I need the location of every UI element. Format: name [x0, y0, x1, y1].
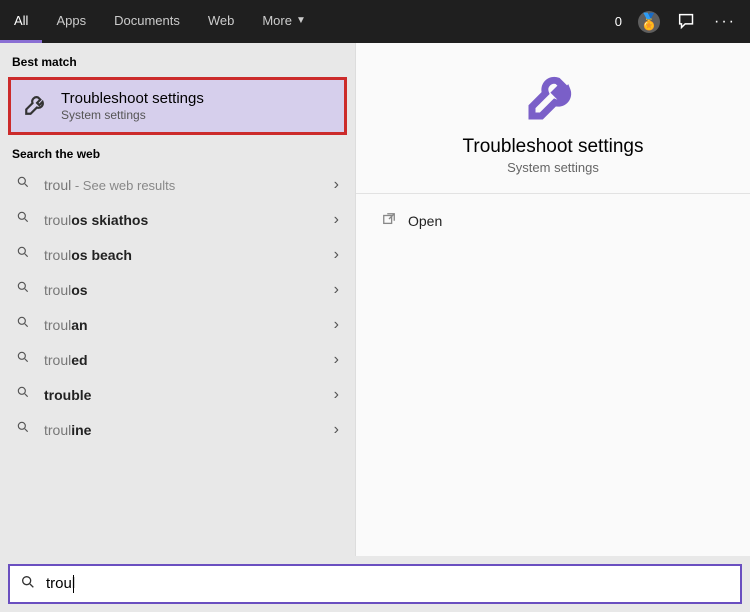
web-result-text: trouled — [44, 352, 334, 368]
tab-documents[interactable]: Documents — [100, 0, 194, 43]
preview-title: Troubleshoot settings — [463, 136, 644, 158]
tab-all[interactable]: All — [0, 0, 42, 43]
open-icon — [382, 212, 396, 229]
chevron-right-icon: › — [334, 176, 339, 194]
chevron-right-icon: › — [334, 316, 339, 334]
best-match-subtitle: System settings — [61, 108, 204, 122]
best-match-text: Troubleshoot settings System settings — [61, 90, 204, 122]
wrench-icon — [23, 91, 49, 122]
web-result-item[interactable]: trouline› — [0, 412, 355, 447]
search-icon — [16, 350, 30, 369]
chevron-right-icon: › — [334, 246, 339, 264]
search-bar[interactable]: troul — [8, 564, 742, 604]
filter-tabs: All Apps Documents Web More▼ — [0, 0, 320, 43]
web-result-text: troulos beach — [44, 247, 334, 263]
web-result-item[interactable]: troulos skiathos› — [0, 202, 355, 237]
topbar-right: 0 🏅 ··· — [615, 0, 742, 43]
more-options-icon[interactable]: ··· — [714, 11, 736, 33]
web-result-item[interactable]: troul - See web results› — [0, 167, 355, 202]
web-result-text: troulos skiathos — [44, 212, 334, 228]
web-result-text: troulos — [44, 282, 334, 298]
web-result-item[interactable]: troulos beach› — [0, 237, 355, 272]
chevron-right-icon: › — [334, 211, 339, 229]
tab-web[interactable]: Web — [194, 0, 249, 43]
preview-panel: Troubleshoot settings System settings Op… — [355, 43, 750, 556]
search-icon — [20, 574, 36, 595]
web-result-item[interactable]: trouled› — [0, 342, 355, 377]
web-result-text: troulan — [44, 317, 334, 333]
search-icon — [16, 315, 30, 334]
search-icon — [16, 175, 30, 194]
web-result-text: trouble — [44, 387, 334, 403]
results-panel: Best match Troubleshoot settings System … — [0, 43, 355, 556]
best-match-header: Best match — [0, 49, 355, 75]
best-match-title: Troubleshoot settings — [61, 90, 204, 107]
search-icon — [16, 245, 30, 264]
preview-subtitle: System settings — [507, 160, 599, 175]
search-icon — [16, 420, 30, 439]
best-match-item[interactable]: Troubleshoot settings System settings — [8, 77, 347, 135]
open-label: Open — [408, 213, 442, 229]
topbar: All Apps Documents Web More▼ 0 🏅 ··· — [0, 0, 750, 43]
preview-header: Troubleshoot settings System settings — [356, 43, 750, 194]
tab-more[interactable]: More▼ — [248, 0, 320, 43]
text-caret — [73, 575, 74, 593]
open-button[interactable]: Open — [374, 208, 750, 233]
web-result-text: troul - See web results — [44, 177, 334, 193]
search-web-header: Search the web — [0, 141, 355, 167]
chevron-right-icon: › — [334, 421, 339, 439]
web-result-item[interactable]: troulan› — [0, 307, 355, 342]
web-result-item[interactable]: troulos› — [0, 272, 355, 307]
web-result-text: trouline — [44, 422, 334, 438]
chevron-right-icon: › — [334, 351, 339, 369]
web-result-item[interactable]: trouble› — [0, 377, 355, 412]
feedback-icon[interactable] — [676, 11, 698, 33]
chevron-right-icon: › — [334, 386, 339, 404]
web-results-list: troul - See web results›troulos skiathos… — [0, 167, 355, 447]
search-icon — [16, 385, 30, 404]
main-area: Best match Troubleshoot settings System … — [0, 43, 750, 556]
search-input[interactable]: troul — [46, 575, 730, 593]
preview-actions: Open — [356, 194, 750, 233]
tab-apps[interactable]: Apps — [42, 0, 100, 43]
chevron-down-icon: ▼ — [296, 15, 306, 26]
rewards-icon[interactable]: 🏅 — [638, 11, 660, 33]
rewards-points: 0 — [615, 14, 622, 29]
search-icon — [16, 280, 30, 299]
wrench-icon — [525, 67, 581, 128]
search-icon — [16, 210, 30, 229]
chevron-right-icon: › — [334, 281, 339, 299]
